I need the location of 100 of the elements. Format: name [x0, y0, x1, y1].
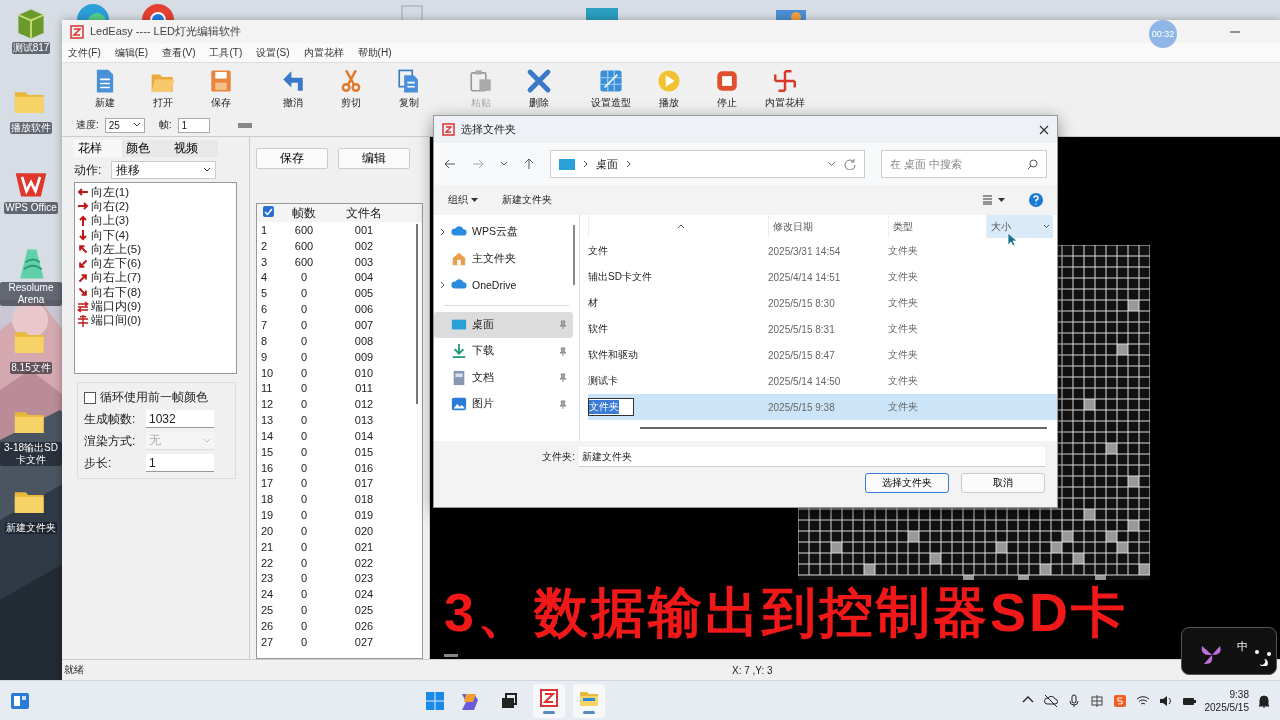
file-row[interactable]: 软件和驱动 2025/5/15 8:47 文件夹	[588, 342, 1057, 368]
breadcrumb-item[interactable]: 桌面	[596, 156, 618, 172]
desktop-icon-label[interactable]: 新建文件夹	[5, 522, 57, 534]
menu-item[interactable]: 帮助(H)	[357, 45, 392, 60]
menu-item[interactable]: 编辑(E)	[114, 45, 149, 60]
file-row[interactable]: 软件 2025/5/15 8:31 文件夹	[588, 316, 1057, 342]
effect-item[interactable]: 向右(2)	[77, 199, 234, 214]
nav-item[interactable]: 桌面	[434, 311, 573, 338]
nav-item[interactable]: 主文件夹	[434, 245, 573, 272]
toolbar-button[interactable]: 新建	[76, 64, 134, 113]
microphone-icon[interactable]	[1066, 693, 1081, 708]
checkbox-label[interactable]: 循环使用前一帧颜色	[100, 389, 208, 406]
effect-item[interactable]: 向右上(7)	[77, 270, 234, 286]
desktop-icon-label[interactable]: Resolume Arena	[0, 282, 62, 306]
search-field[interactable]: 在 桌面 中搜索	[881, 150, 1047, 178]
dialog-button[interactable]: 取消	[961, 473, 1045, 493]
scrollbar[interactable]	[640, 427, 1047, 429]
nav-item[interactable]: 下载	[434, 338, 573, 365]
file-row[interactable]: 文件 2025/3/31 14:54 文件夹	[588, 238, 1057, 264]
refresh-icon[interactable]	[844, 158, 856, 170]
scrollbar[interactable]	[573, 225, 575, 285]
back-icon[interactable]	[444, 159, 456, 169]
menu-item[interactable]: 工具(T)	[209, 45, 243, 60]
desktop-icon-label[interactable]: 8.15文件	[10, 362, 52, 374]
keyboard-icon[interactable]	[1089, 693, 1104, 708]
effect-item[interactable]: 向左下(6)	[77, 256, 234, 271]
toolbar-button[interactable]: 播放	[640, 64, 698, 113]
toolbar-button[interactable]: 打开	[134, 64, 192, 113]
panel-button[interactable]: 编辑	[338, 148, 410, 169]
file-row[interactable]: 辅出SD卡文件 2025/4/14 14:51 文件夹	[588, 264, 1057, 290]
toolbar-button[interactable]: 撤消	[264, 64, 322, 113]
menu-item[interactable]: 设置(S)	[256, 45, 290, 60]
new-folder-button[interactable]: 新建文件夹	[501, 193, 552, 207]
nav-item[interactable]: 文档	[434, 364, 573, 391]
effect-item[interactable]: 向左(1)	[77, 185, 234, 200]
input-field[interactable]: 1	[146, 454, 214, 472]
toolbar-button[interactable]: 停止	[698, 64, 756, 113]
desktop-icon-label[interactable]: WPS Office	[4, 202, 58, 214]
bell-icon[interactable]	[1258, 693, 1270, 708]
folder-field[interactable]: 新建文件夹	[579, 447, 1045, 467]
column-header[interactable]: 文件名	[329, 204, 399, 222]
up-icon[interactable]	[524, 158, 534, 170]
action-select[interactable]: 推移	[111, 161, 217, 179]
close-icon[interactable]	[1039, 124, 1049, 135]
column-header[interactable]: 大小	[986, 215, 1053, 238]
toolbar-button[interactable]: 复制	[380, 64, 438, 113]
menu-item[interactable]: 查看(V)	[162, 45, 196, 60]
effect-item[interactable]: 向左上(5)	[77, 242, 234, 257]
effect-item[interactable]: 向下(4)	[77, 227, 234, 243]
view-menu-icon[interactable]	[983, 195, 1005, 205]
rename-field[interactable]: 文件夹	[588, 398, 634, 416]
toolbar-button[interactable]: 内置花样	[756, 64, 814, 113]
effect-item[interactable]: 向上(3)	[77, 213, 234, 228]
sort-caret-icon[interactable]	[676, 224, 685, 229]
toolbar-button[interactable]: 删除	[510, 64, 568, 113]
clock-time[interactable]: 9:38	[1229, 687, 1249, 701]
nav-item[interactable]: WPS云盘	[434, 219, 573, 246]
panel-tab[interactable]: 花样	[74, 140, 122, 157]
toolbar-button[interactable]: 剪切	[322, 64, 380, 113]
widgets-icon[interactable]	[10, 690, 30, 711]
slider-handle[interactable]	[237, 122, 252, 128]
scrollbar[interactable]	[416, 224, 418, 404]
cloud-off-icon[interactable]	[1043, 693, 1058, 708]
frame-field[interactable]: 1	[177, 117, 210, 133]
ime-mode-label[interactable]: 中	[1237, 639, 1248, 654]
sogou-icon[interactable]	[1112, 693, 1127, 708]
panel-tab[interactable]: 颜色	[122, 140, 170, 157]
file-row[interactable]: 文件夹 2025/5/15 9:38 文件夹	[588, 394, 1057, 420]
panel-tab[interactable]: 视频	[170, 140, 218, 157]
help-icon[interactable]	[1029, 193, 1043, 207]
nav-item[interactable]: 图片	[434, 391, 573, 418]
file-row[interactable]: 测试卡 2025/5/14 14:50 文件夹	[588, 368, 1057, 394]
menu-item[interactable]: 文件(F)	[68, 45, 101, 60]
menu-item[interactable]: 内置花样	[303, 45, 344, 60]
speed-select[interactable]: 25	[104, 117, 145, 133]
effect-item[interactable]: 端口间(0)	[77, 313, 234, 328]
desktop-icon-label[interactable]: 3-18输出SD卡文件	[0, 442, 62, 466]
checkbox[interactable]	[84, 391, 96, 404]
checkbox[interactable]	[262, 206, 274, 217]
toolbar-button[interactable]: 设置造型	[582, 64, 640, 113]
clock-date[interactable]: 2025/5/15	[1204, 700, 1249, 714]
effect-item[interactable]: 端口内(9)	[77, 299, 234, 314]
panel-button[interactable]: 保存	[256, 148, 328, 169]
organize-menu[interactable]: 组织	[448, 193, 478, 207]
chevron-icon[interactable]	[500, 161, 508, 167]
scroll-handle[interactable]	[444, 654, 458, 657]
nav-item[interactable]: OneDrive	[434, 272, 573, 299]
desktop-icon-label[interactable]: 播放软件	[10, 122, 52, 134]
column-header[interactable]: 修改日期	[768, 215, 888, 238]
effect-item[interactable]: 向右下(8)	[77, 285, 234, 300]
input-field[interactable]: 1032	[146, 410, 214, 428]
start-icon[interactable]	[425, 690, 446, 711]
chevron-icon[interactable]	[827, 161, 836, 167]
desktop-icon-label[interactable]: 测试817	[11, 42, 51, 54]
speaker-icon[interactable]	[1158, 693, 1173, 708]
toolbar-button[interactable]: 保存	[192, 64, 250, 113]
address-bar[interactable]: 桌面	[550, 150, 865, 178]
dialog-button[interactable]: 选择文件夹	[865, 473, 949, 493]
column-header[interactable]: 帧数	[279, 204, 329, 222]
file-row[interactable]: 材 2025/5/15 8:30 文件夹	[588, 290, 1057, 316]
